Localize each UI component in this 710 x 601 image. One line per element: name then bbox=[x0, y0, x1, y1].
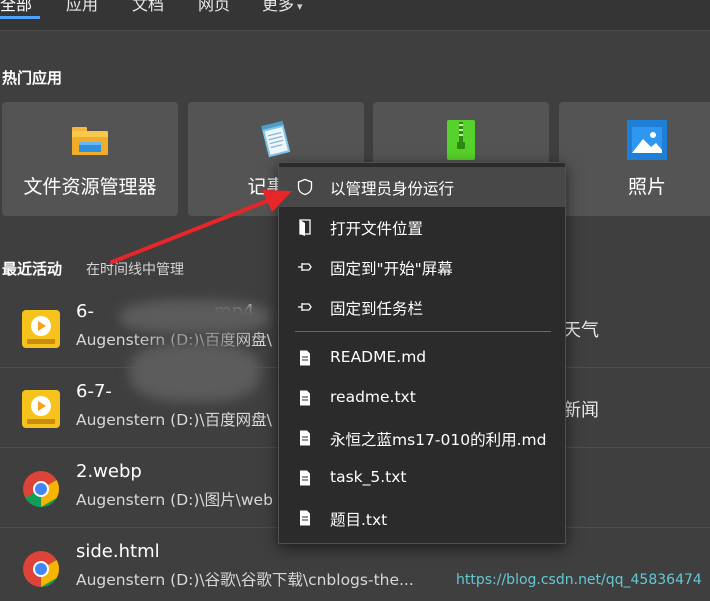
potplayer-icon bbox=[22, 310, 60, 348]
redaction-blur bbox=[130, 342, 260, 402]
document-icon bbox=[300, 430, 310, 446]
menu-item-label: 打开文件位置 bbox=[330, 220, 424, 238]
notepad-icon bbox=[261, 120, 291, 158]
tab-documents[interactable]: 文档 bbox=[132, 0, 164, 15]
weather-label: 天气 bbox=[563, 320, 599, 341]
hot-apps-title: 热门应用 bbox=[2, 69, 63, 87]
tab-web[interactable]: 网页 bbox=[198, 0, 230, 15]
document-icon bbox=[300, 350, 310, 366]
tab-all[interactable]: 全部 bbox=[0, 0, 32, 15]
menu-item-label: 题目.txt bbox=[330, 511, 388, 529]
pin-icon bbox=[298, 263, 312, 271]
recent-item-title: 2.webp bbox=[76, 461, 142, 482]
search-scope-tabs: 全部 应用 文档 网页 更多 ▾ bbox=[0, 0, 710, 30]
recent-activity-title: 最近活动 bbox=[2, 260, 63, 278]
pin-icon bbox=[298, 303, 312, 311]
active-tab-indicator bbox=[0, 16, 40, 19]
menu-item-recent-file[interactable]: task_5.txt bbox=[279, 458, 565, 498]
document-icon bbox=[300, 390, 310, 406]
menu-separator bbox=[295, 331, 551, 332]
recent-item-title: 6-7- bbox=[76, 381, 112, 402]
menu-item-label: readme.txt bbox=[330, 388, 416, 406]
menu-item-label: 固定到任务栏 bbox=[330, 300, 424, 318]
app-tile-label: 照片 bbox=[627, 176, 666, 198]
recent-item-title: side.html bbox=[76, 541, 160, 562]
potplayer-icon bbox=[22, 390, 60, 428]
recent-item-path: Augenstern (D:)\图片\web bbox=[76, 491, 273, 509]
menu-item-recent-file[interactable]: README.md bbox=[279, 338, 565, 378]
photos-icon bbox=[627, 120, 667, 160]
context-menu: 以管理员身份运行 打开文件位置 固定到"开始"屏幕 固定到任务栏 README.… bbox=[278, 162, 566, 544]
menu-item-pin-to-taskbar[interactable]: 固定到任务栏 bbox=[279, 287, 565, 327]
redaction-blur bbox=[120, 300, 270, 334]
open-file-location-icon bbox=[299, 219, 311, 236]
chevron-down-icon: ▾ bbox=[297, 0, 303, 13]
menu-item-open-file-location[interactable]: 打开文件位置 bbox=[279, 207, 565, 247]
watermark-text: https://blog.csdn.net/qq_45836474 bbox=[456, 572, 702, 588]
document-icon bbox=[300, 510, 310, 526]
shield-icon bbox=[297, 178, 313, 196]
app-tile-label: 文件资源管理器 bbox=[23, 176, 157, 198]
app-tile-file-explorer[interactable]: 文件资源管理器 bbox=[2, 102, 178, 216]
chrome-icon bbox=[23, 471, 60, 507]
tab-more[interactable]: 更多 ▾ bbox=[262, 0, 303, 15]
menu-item-recent-file[interactable]: 题目.txt bbox=[279, 498, 565, 538]
chrome-icon bbox=[23, 551, 60, 587]
recent-item-title-start: 6- bbox=[76, 301, 94, 322]
menu-item-label: task_5.txt bbox=[330, 468, 407, 486]
manage-in-timeline-link[interactable]: 在时间线中管理 bbox=[86, 259, 184, 279]
tab-apps[interactable]: 应用 bbox=[66, 0, 98, 15]
winrar-archive-icon bbox=[447, 120, 475, 160]
menu-item-recent-file[interactable]: 永恒之蓝ms17-010的利用.md bbox=[279, 418, 565, 458]
app-tile-photos[interactable]: 照片 bbox=[559, 102, 710, 216]
menu-item-recent-file[interactable]: readme.txt bbox=[279, 378, 565, 418]
menu-item-label: 固定到"开始"屏幕 bbox=[330, 260, 453, 278]
folder-icon bbox=[72, 127, 108, 155]
menu-item-pin-to-start[interactable]: 固定到"开始"屏幕 bbox=[279, 247, 565, 287]
menu-item-label: README.md bbox=[330, 348, 427, 366]
menu-item-run-as-admin[interactable]: 以管理员身份运行 bbox=[279, 167, 565, 207]
menu-item-label: 永恒之蓝ms17-010的利用.md bbox=[330, 431, 547, 449]
recent-item-path: Augenstern (D:)\百度网盘\ bbox=[76, 411, 272, 429]
divider bbox=[0, 30, 710, 31]
menu-item-label: 以管理员身份运行 bbox=[330, 180, 455, 198]
document-icon bbox=[300, 470, 310, 486]
recent-item-path: Augenstern (D:)\谷歌\谷歌下载\cnblogs-the... bbox=[76, 571, 414, 589]
tab-more-label: 更多 bbox=[262, 0, 295, 14]
news-label: 新闻 bbox=[563, 400, 599, 421]
